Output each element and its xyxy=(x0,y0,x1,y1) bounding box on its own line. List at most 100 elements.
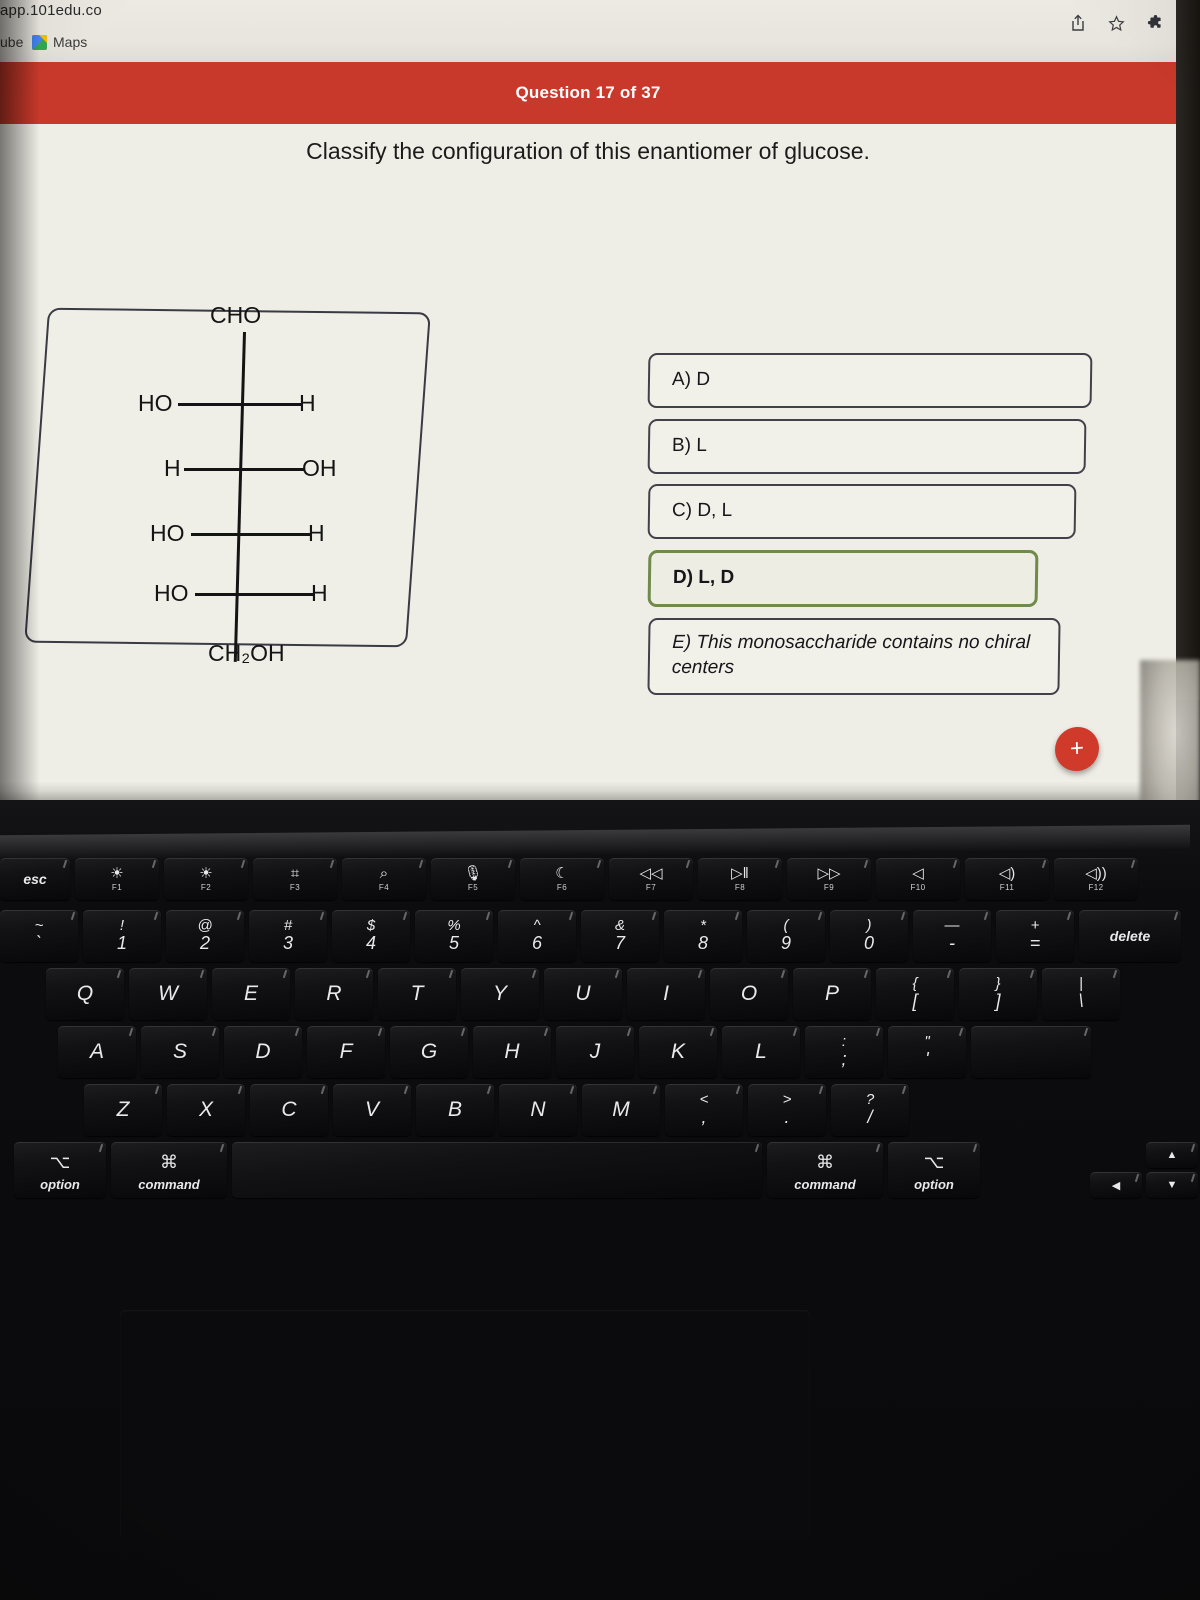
key-highlight xyxy=(901,1085,907,1095)
key-f10[interactable]: ◁ F10 xyxy=(876,858,960,900)
key-bracket[interactable]: | \ xyxy=(1042,968,1120,1020)
key-f6[interactable]: ☾ F6 xyxy=(520,858,604,900)
key-f[interactable]: F xyxy=(307,1026,385,1078)
key-highlight xyxy=(818,1085,824,1095)
key-n[interactable]: N xyxy=(499,1084,577,1136)
key-7[interactable]: & 7 xyxy=(581,910,659,962)
answer-option-e[interactable]: E) This monosaccharide contains no chira… xyxy=(647,617,1061,696)
key-option-left[interactable]: ⌥ option xyxy=(14,1142,106,1198)
key-x[interactable]: X xyxy=(167,1084,245,1136)
key-6[interactable]: ^ 6 xyxy=(498,910,576,962)
key-label: T xyxy=(410,982,424,1005)
answer-option-b[interactable]: B) L xyxy=(647,418,1087,474)
key-bracket[interactable]: {[ xyxy=(876,968,954,1020)
answer-option-a[interactable]: A) D xyxy=(647,353,1093,408)
key-k[interactable]: K xyxy=(639,1026,717,1078)
answer-option-d-selected[interactable]: D) L, D xyxy=(647,550,1039,607)
key-label: C xyxy=(281,1098,297,1121)
key-bottom-label: ] xyxy=(995,990,1001,1011)
key-a[interactable]: A xyxy=(58,1026,136,1078)
key-`[interactable]: ~ ` xyxy=(0,910,78,962)
key-space[interactable] xyxy=(232,1142,762,1198)
star-icon[interactable] xyxy=(1108,14,1125,32)
key-option-right[interactable]: ⌥ option xyxy=(888,1142,980,1198)
key-return[interactable] xyxy=(971,1026,1091,1078)
key-s[interactable]: S xyxy=(141,1026,219,1078)
address-bar-url[interactable]: app.101edu.co xyxy=(0,2,102,19)
key-f12[interactable]: ◁)) F12 xyxy=(1054,858,1138,900)
key-punct[interactable]: <, xyxy=(665,1084,743,1136)
key-4[interactable]: $4 xyxy=(332,910,410,962)
key-l[interactable]: L xyxy=(722,1026,800,1078)
key-e[interactable]: E xyxy=(212,968,290,1020)
key-z[interactable]: Z xyxy=(84,1084,162,1136)
key-2[interactable]: @2 xyxy=(166,910,244,962)
key-bracket[interactable]: }] xyxy=(959,968,1037,1020)
key-0[interactable]: ) 0 xyxy=(830,910,908,962)
key-1[interactable]: ! 1 xyxy=(83,910,161,962)
key-d[interactable]: D xyxy=(224,1026,302,1078)
key-=[interactable]: + = xyxy=(996,910,1074,962)
key-punct[interactable]: >. xyxy=(748,1084,826,1136)
key-m[interactable]: M xyxy=(582,1084,660,1136)
key-f1[interactable]: ☀ F1 xyxy=(75,858,159,900)
key-j[interactable]: J xyxy=(556,1026,634,1078)
molecule-bottom-group: CH₂OH xyxy=(208,640,285,666)
key-label: W xyxy=(158,982,178,1005)
key-f5[interactable]: 🎙 F5 xyxy=(431,858,515,900)
key-highlight xyxy=(154,1085,160,1095)
key-command-right[interactable]: ⌘ command xyxy=(767,1142,883,1198)
share-icon[interactable] xyxy=(1070,14,1086,32)
key-arrow-left[interactable]: ◀ xyxy=(1090,1172,1142,1198)
key-f8[interactable]: ▷‖ F8 xyxy=(698,858,782,900)
trackpad[interactable] xyxy=(120,1310,810,1540)
key-arrow-down[interactable]: ▼ xyxy=(1146,1172,1198,1198)
key-g[interactable]: G xyxy=(390,1026,468,1078)
key-p[interactable]: P xyxy=(793,968,871,1020)
key-t[interactable]: T xyxy=(378,968,456,1020)
key-top-label: + xyxy=(1030,917,1040,935)
extensions-puzzle-icon[interactable] xyxy=(1147,14,1164,32)
answer-label: B) L xyxy=(671,434,708,456)
key-y[interactable]: Y xyxy=(461,968,539,1020)
bookmark-youtube[interactable]: ube xyxy=(0,34,23,50)
key-f7[interactable]: ◁◁ F7 xyxy=(609,858,693,900)
key-punct[interactable]: " ' xyxy=(888,1026,966,1078)
key-u[interactable]: U xyxy=(544,968,622,1020)
key-punct[interactable]: :; xyxy=(805,1026,883,1078)
answer-option-c[interactable]: C) D, L xyxy=(647,484,1077,540)
key-v[interactable]: V xyxy=(333,1084,411,1136)
key-delete[interactable]: delete xyxy=(1079,910,1181,962)
key-f9[interactable]: ▷▷ F9 xyxy=(787,858,871,900)
key-label: B xyxy=(447,1098,462,1121)
key-top-label: | xyxy=(1079,975,1083,993)
key--[interactable]: — - xyxy=(913,910,991,962)
key-i[interactable]: I xyxy=(627,968,705,1020)
key-8[interactable]: * 8 xyxy=(664,910,742,962)
key-b[interactable]: B xyxy=(416,1084,494,1136)
key-f4[interactable]: ⌕ F4 xyxy=(342,858,426,900)
key-5[interactable]: % 5 xyxy=(415,910,493,962)
key-command-left[interactable]: ⌘ command xyxy=(111,1142,227,1198)
key-9[interactable]: (9 xyxy=(747,910,825,962)
key-c[interactable]: C xyxy=(250,1084,328,1136)
key-f2[interactable]: ☀ F2 xyxy=(164,858,248,900)
key-o[interactable]: O xyxy=(710,968,788,1020)
key-3[interactable]: #3 xyxy=(249,910,327,962)
key-q[interactable]: Q xyxy=(46,968,124,1020)
key-fn-label: F2 xyxy=(200,883,212,892)
key-highlight xyxy=(652,1085,658,1095)
bookmark-maps[interactable]: Maps xyxy=(32,34,87,50)
key-f3[interactable]: ⌗ F3 xyxy=(253,858,337,900)
molecule-left-group-3: HO xyxy=(150,520,185,546)
key-esc[interactable]: esc xyxy=(0,858,70,900)
key-punct[interactable]: ? / xyxy=(831,1084,909,1136)
key-highlight xyxy=(1041,859,1047,869)
add-floating-action-button[interactable]: + xyxy=(1054,725,1100,773)
key-h[interactable]: H xyxy=(473,1026,551,1078)
key-r[interactable]: R xyxy=(295,968,373,1020)
key-f11[interactable]: ◁) F11 xyxy=(965,858,1049,900)
key-arrow-up[interactable]: ▲ xyxy=(1146,1142,1198,1168)
key-w[interactable]: W xyxy=(129,968,207,1020)
key-top-label: { xyxy=(912,975,918,993)
